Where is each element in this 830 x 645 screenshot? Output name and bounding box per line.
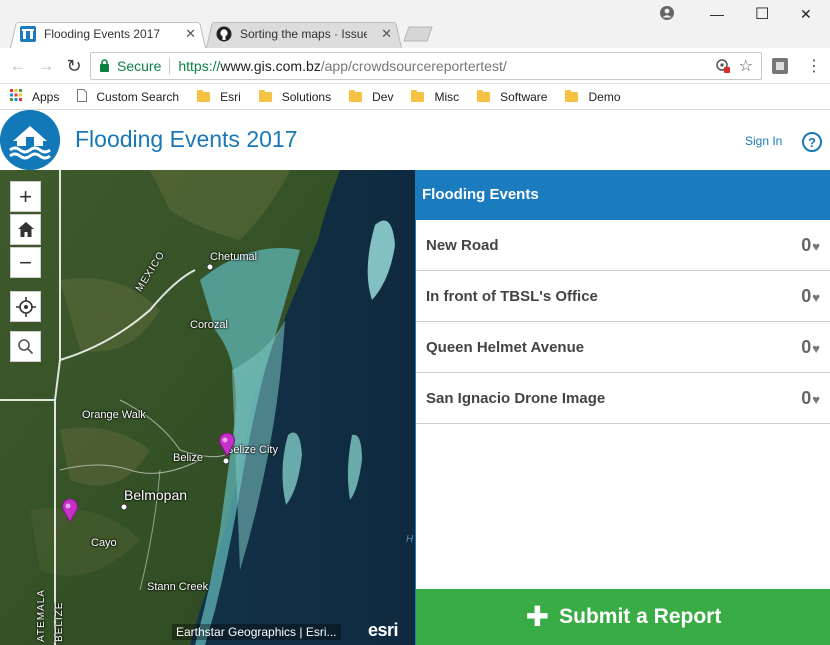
event-name: In front of TBSL's Office (426, 288, 598, 305)
bookmark-label: Apps (32, 89, 60, 104)
app-title: Flooding Events 2017 (75, 126, 298, 152)
bookmarks-bar: Apps Custom Search Esri Solutions Dev Mi… (0, 84, 830, 110)
tab-github-issue[interactable]: Sorting the maps · Issue ✕ (206, 20, 402, 48)
city-markers (120, 263, 230, 511)
flood-house-logo-icon (0, 110, 60, 170)
event-row[interactable]: San Ignacio Drone Image 0♥ (416, 373, 830, 424)
event-row[interactable]: Queen Helmet Avenue 0♥ (416, 322, 830, 373)
sign-in-link[interactable]: Sign In (745, 134, 782, 148)
bookmark-label: Custom Search (96, 89, 180, 104)
bookmark-label: Misc (434, 89, 460, 104)
close-window-icon[interactable]: ✕ (800, 6, 812, 23)
bookmark-star-icon[interactable]: ☆ (739, 56, 753, 76)
tab-flooding-events[interactable]: Flooding Events 2017 ✕ (10, 20, 206, 48)
close-tab-icon[interactable]: ✕ (381, 26, 392, 42)
folder-icon (477, 89, 491, 102)
url-protocol: https:// (178, 58, 221, 74)
app-header: Flooding Events 2017 Sign In ? (0, 110, 830, 170)
bookmark-folder-demo[interactable]: Demo (565, 89, 621, 104)
bookmark-label: Esri (220, 89, 241, 104)
address-bar[interactable]: Secure https://www.gis.com.bz/app/crowds… (90, 52, 762, 80)
heart-icon: ♥ (812, 341, 820, 356)
close-tab-icon[interactable]: ✕ (185, 26, 196, 42)
heart-icon: ♥ (812, 239, 820, 254)
folder-icon (258, 89, 272, 102)
reload-icon[interactable]: ↻ (64, 56, 84, 76)
bookmark-custom-search[interactable]: Custom Search (77, 88, 180, 105)
report-pin-icon[interactable] (218, 433, 236, 457)
map-attribution[interactable]: Earthstar Geographics | Esri... (172, 624, 341, 640)
help-icon[interactable]: ? (802, 132, 822, 152)
tab-title: Sorting the maps · Issue (240, 27, 368, 41)
maximize-icon[interactable]: ☐ (755, 4, 769, 24)
forward-icon[interactable]: → (36, 56, 56, 76)
github-icon (216, 26, 232, 42)
heart-icon: ♥ (812, 290, 820, 305)
submit-report-button[interactable]: ✚ Submit a Report (416, 589, 830, 645)
apps-grid-icon (10, 89, 22, 104)
vote-count: 0♥ (801, 286, 820, 307)
vote-count: 0♥ (801, 235, 820, 256)
event-row[interactable]: In front of TBSL's Office 0♥ (416, 271, 830, 322)
bookmark-folder-esri[interactable]: Esri (197, 89, 241, 104)
secure-label: Secure (117, 58, 162, 74)
minimize-icon[interactable]: — (710, 6, 724, 22)
event-name: San Ignacio Drone Image (426, 390, 606, 407)
page-icon (77, 88, 88, 105)
report-pin-icon[interactable] (61, 499, 79, 523)
bookmark-label: Dev (372, 89, 394, 104)
event-name: Queen Helmet Avenue (426, 339, 585, 356)
esri-logo: esri (368, 620, 399, 640)
folder-icon (197, 89, 211, 102)
heart-icon: ♥ (812, 392, 820, 407)
bookmark-folder-software[interactable]: Software (477, 89, 548, 104)
bookmark-apps[interactable]: Apps (10, 89, 59, 104)
panel-heading: Flooding Events (416, 170, 830, 220)
bookmark-folder-dev[interactable]: Dev (349, 89, 394, 104)
extension-icon[interactable] (771, 57, 789, 80)
back-icon[interactable]: ← (8, 56, 28, 76)
bookmark-folder-misc[interactable]: Misc (411, 89, 460, 104)
event-name: New Road (426, 237, 499, 254)
omnibox-divider (169, 58, 171, 74)
submit-report-label: Submit a Report (559, 605, 722, 628)
bookmark-folder-solutions[interactable]: Solutions (258, 89, 332, 104)
browser-toolbar: ← → ↻ Secure https://www.gis.com.bz/app/… (0, 48, 830, 84)
vote-number: 0 (801, 388, 812, 408)
vote-count: 0♥ (801, 388, 820, 409)
folder-icon (411, 89, 425, 102)
bookmark-label: Solutions (281, 89, 332, 104)
folder-icon (565, 89, 579, 102)
vote-number: 0 (801, 235, 812, 255)
tab-title: Flooding Events 2017 (44, 27, 161, 41)
url-path: /app/crowdsourcereportertest/ (320, 58, 507, 74)
vote-count: 0♥ (801, 337, 820, 358)
folder-icon (349, 89, 363, 102)
bookmark-label: Demo (588, 89, 621, 104)
new-tab-button[interactable] (402, 26, 434, 42)
profile-icon[interactable] (660, 6, 674, 23)
menu-kebab-icon[interactable]: ⋮ (806, 56, 822, 76)
plus-icon: ✚ (525, 601, 550, 632)
event-row[interactable]: New Road 0♥ (416, 220, 830, 271)
url-host: www.gis.com.bz (220, 58, 321, 74)
map-view[interactable]: + − Chetumal MEXICO Corozal Orange Walk … (0, 170, 415, 645)
arcgis-favicon-icon (20, 26, 36, 42)
blocked-content-icon[interactable] (715, 58, 731, 77)
bookmark-label: Software (500, 89, 548, 104)
events-panel: Flooding Events New Road 0♥ In front of … (415, 170, 830, 645)
lock-icon (99, 59, 110, 75)
browser-tab-bar: Flooding Events 2017 ✕ Sorting the maps … (0, 0, 830, 48)
vote-number: 0 (801, 286, 812, 306)
vote-number: 0 (801, 337, 812, 357)
